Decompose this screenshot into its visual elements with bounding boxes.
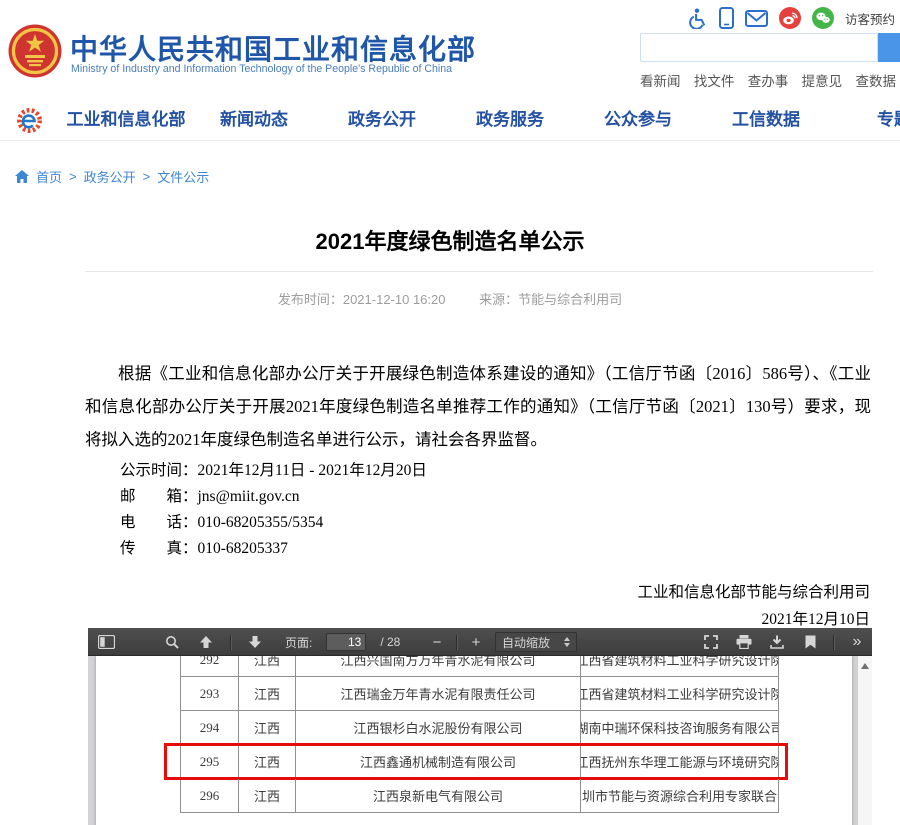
signature-block: 工业和信息化部节能与综合利用司 2021年12月10日 [0, 580, 870, 629]
cell-province: 江西 [239, 745, 296, 779]
quick-link-files[interactable]: 找文件 [694, 70, 735, 90]
page-number-input[interactable] [326, 633, 366, 651]
weibo-icon[interactable] [779, 7, 801, 29]
article-meta: 发布时间：2021-12-10 16:20 来源：节能与综合利用司 [0, 289, 900, 308]
more-tools-button[interactable]: » [847, 631, 867, 653]
quick-links: 看新闻 找文件 查办事 提意见 查数据 [640, 70, 896, 90]
print-icon[interactable] [734, 631, 754, 653]
search-button[interactable] [878, 33, 900, 62]
cell-no: 292 [181, 656, 239, 677]
table-row: 294 江西 江西银杉白水泥股份有限公司 湖南中瑞环保科技咨询服务有限公司 [181, 711, 780, 745]
pdf-viewer: 页面: / 28 − + 自动缩放 [88, 628, 872, 825]
home-icon [15, 170, 29, 183]
contact-info: 公示时间：2021年12月11日 - 2021年12月20日 邮 箱：jns@m… [120, 458, 427, 562]
find-icon[interactable] [162, 631, 182, 653]
presentation-mode-icon[interactable] [701, 631, 721, 653]
pdf-page: 292 江西 江西兴国南方万年青水泥有限公司 江西省建筑材料工业科学研究设计院 … [96, 656, 852, 825]
table-row-highlighted: 295 江西 江西鑫通机械制造有限公司 江西抚州东华理工能源与环境研究院 [181, 745, 780, 779]
breadcrumb-separator: > [69, 169, 77, 184]
pdf-content-area: 292 江西 江西兴国南方万年青水泥有限公司 江西省建筑材料工业科学研究设计院 … [88, 656, 872, 825]
previous-page-icon[interactable] [196, 631, 216, 653]
cell-company: 江西银杉白水泥股份有限公司 [296, 711, 581, 745]
nav-item-public-participation[interactable]: 公众参与 [574, 99, 702, 141]
cell-no: 295 [181, 745, 239, 779]
quick-link-services[interactable]: 查办事 [748, 70, 789, 90]
breadcrumb-file-publicity[interactable]: 文件公示 [157, 167, 209, 186]
nav-item-gov-disclosure[interactable]: 政务公开 [318, 99, 446, 141]
contact-email: 邮 箱：jns@miit.gov.cn [120, 484, 427, 510]
download-icon[interactable] [767, 631, 787, 653]
cell-org: 湖南中瑞环保科技咨询服务有限公司 [581, 711, 779, 745]
nav-item-industry-data[interactable]: 工信数据 [702, 99, 830, 141]
nav-item-gov-services[interactable]: 政务服务 [446, 99, 574, 141]
select-spinner-icon [564, 637, 570, 647]
cell-no: 294 [181, 711, 239, 745]
accessibility-icon[interactable] [686, 7, 708, 29]
miit-gear-logo-icon[interactable] [16, 107, 43, 139]
table-row: 293 江西 江西瑞金万年青水泥有限责任公司 江西省建筑材料工业科学研究设计院 [181, 677, 780, 711]
cell-company: 江西鑫通机械制造有限公司 [296, 745, 581, 779]
site-title: 中华人民共和国工业和信息化部 [70, 28, 476, 68]
cell-org: 江西抚州东华理工能源与环境研究院 [581, 745, 779, 779]
breadcrumb-separator: > [143, 169, 151, 184]
contact-phone: 电 话：010-68205355/5354 [120, 510, 427, 536]
page-label: 页面: [285, 634, 312, 651]
breadcrumb: 首页 > 政务公开 > 文件公示 [15, 167, 209, 186]
nav-item-special-topics[interactable]: 专题 [830, 99, 900, 141]
bookmark-icon[interactable] [800, 631, 820, 653]
zoom-in-button[interactable]: + [467, 634, 485, 651]
cell-org: 深圳市节能与资源综合利用专家联合会 [581, 779, 779, 813]
title-divider [85, 271, 873, 272]
mail-icon[interactable] [745, 10, 768, 27]
site-subtitle-en: Ministry of Industry and Information Tec… [71, 63, 452, 75]
publicity-period: 公示时间：2021年12月11日 - 2021年12月20日 [120, 458, 427, 484]
cell-org: 江西省建筑材料工业科学研究设计院 [581, 656, 779, 677]
cell-company: 江西泉新电气有限公司 [296, 779, 581, 813]
sidebar-toggle-icon[interactable] [96, 631, 116, 653]
green-manufacturing-table: 292 江西 江西兴国南方万年青水泥有限公司 江西省建筑材料工业科学研究设计院 … [180, 656, 780, 813]
pdf-scrollbar[interactable] [857, 656, 872, 825]
search-bar [640, 33, 900, 62]
breadcrumb-gov-disclosure[interactable]: 政务公开 [84, 167, 136, 186]
header-icon-row: 访客预约 [686, 7, 895, 29]
mobile-icon[interactable] [719, 7, 734, 29]
pdf-toolbar: 页面: / 28 − + 自动缩放 [88, 628, 872, 656]
article-source: 来源：节能与综合利用司 [479, 292, 622, 307]
contact-fax: 传 真：010-68205337 [120, 536, 427, 562]
cell-province: 江西 [239, 656, 296, 677]
table-row: 292 江西 江西兴国南方万年青水泥有限公司 江西省建筑材料工业科学研究设计院 [181, 656, 780, 677]
signature-date: 2021年12月10日 [0, 607, 870, 629]
search-input[interactable] [640, 33, 878, 62]
zoom-out-button[interactable]: − [428, 634, 446, 651]
cell-province: 江西 [239, 677, 296, 711]
next-page-icon[interactable] [245, 631, 265, 653]
cell-province: 江西 [239, 779, 296, 813]
cell-no: 296 [181, 779, 239, 813]
nav-items: 工业和信息化部 新闻动态 政务公开 政务服务 公众参与 工信数据 专题 [62, 99, 900, 141]
article-title: 2021年度绿色制造名单公示 [0, 224, 900, 256]
quick-link-news[interactable]: 看新闻 [640, 70, 681, 90]
scale-select[interactable]: 自动缩放 [495, 632, 577, 652]
main-nav: 工业和信息化部 新闻动态 政务公开 政务服务 公众参与 工信数据 专题 [0, 99, 900, 141]
nav-item-news[interactable]: 新闻动态 [190, 99, 318, 141]
cell-province: 江西 [239, 711, 296, 745]
cell-no: 293 [181, 677, 239, 711]
nav-item-ministry[interactable]: 工业和信息化部 [62, 99, 190, 141]
article-paragraph: 根据《工业和信息化部办公厅关于开展绿色制造体系建设的通知》（工信厅节函〔2016… [85, 357, 871, 456]
breadcrumb-home[interactable]: 首页 [36, 167, 62, 186]
visitor-appointment-link[interactable]: 访客预约 [845, 9, 895, 28]
publish-time: 发布时间：2021-12-10 16:20 [278, 292, 446, 307]
quick-link-suggestions[interactable]: 提意见 [802, 70, 843, 90]
cell-org: 江西省建筑材料工业科学研究设计院 [581, 677, 779, 711]
scroll-up-icon[interactable] [861, 663, 869, 669]
wechat-icon[interactable] [812, 7, 834, 29]
signature-department: 工业和信息化部节能与综合利用司 [0, 580, 870, 602]
table-row: 296 江西 江西泉新电气有限公司 深圳市节能与资源综合利用专家联合会 [181, 779, 780, 813]
quick-link-data[interactable]: 查数据 [856, 70, 897, 90]
cell-company: 江西瑞金万年青水泥有限责任公司 [296, 677, 581, 711]
cell-company: 江西兴国南方万年青水泥有限公司 [296, 656, 581, 677]
page: 中华人民共和国工业和信息化部 Ministry of Industry and … [0, 0, 900, 825]
page-total: / 28 [380, 635, 400, 649]
national-emblem [8, 24, 62, 78]
